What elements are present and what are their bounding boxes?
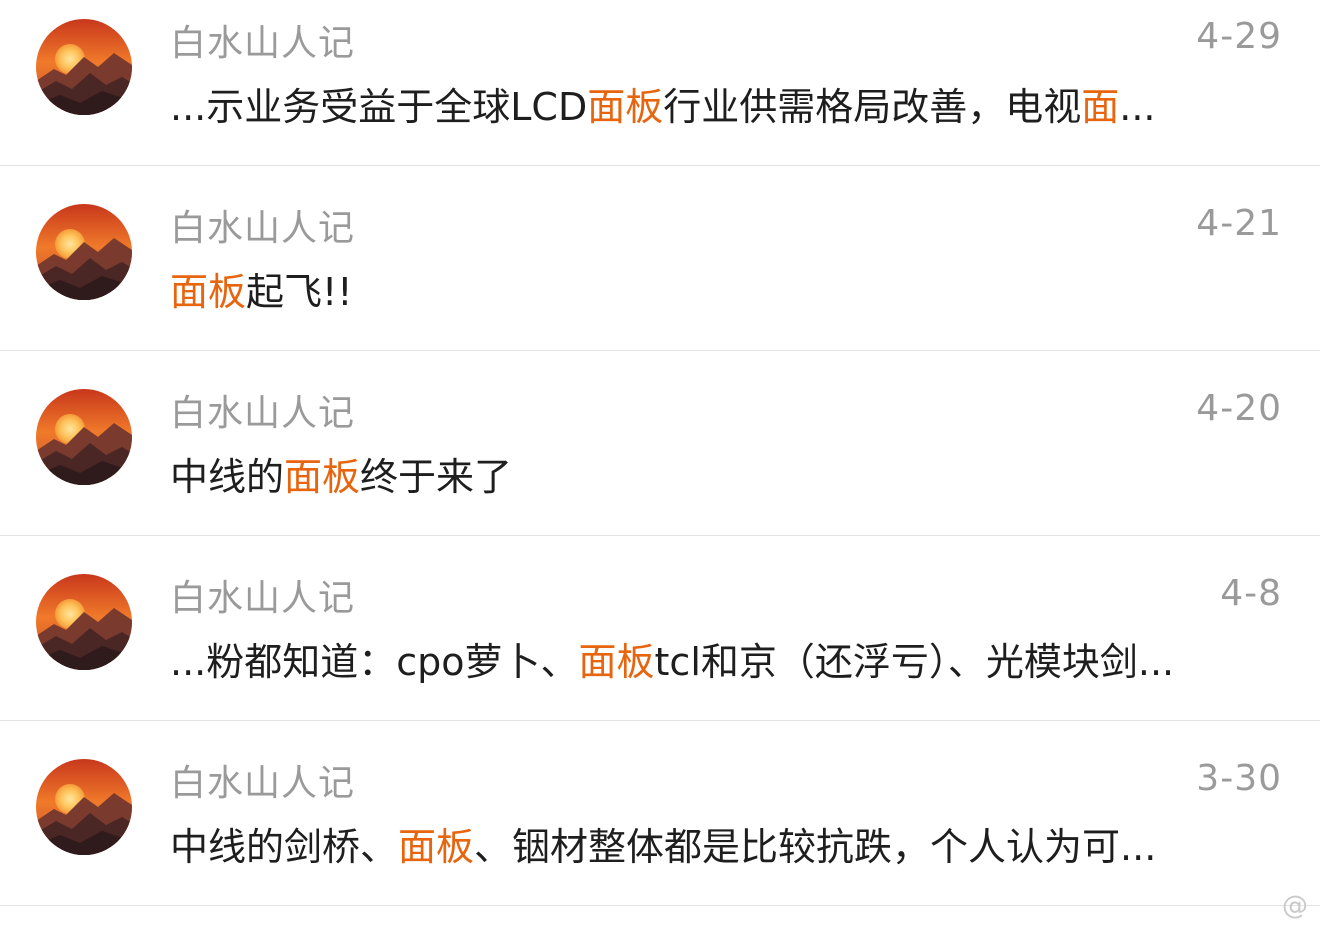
avatar[interactable] bbox=[36, 389, 132, 485]
avatar[interactable] bbox=[36, 574, 132, 670]
sunset-mountain-avatar-icon bbox=[36, 204, 132, 300]
author-name[interactable]: 白水山人记 bbox=[170, 569, 355, 621]
post-date: 4-29 bbox=[1196, 16, 1282, 57]
post-snippet[interactable]: ...粉都知道：cpo萝卜、面板tcl和京（还浮亏）、光模块剑... bbox=[170, 631, 1280, 686]
avatar[interactable] bbox=[36, 759, 132, 855]
keyword-highlight: 面板 bbox=[578, 640, 655, 684]
snippet-text: 行业供需格局改善，电视 bbox=[663, 85, 1082, 129]
author-name[interactable]: 白水山人记 bbox=[170, 384, 355, 436]
keyword-highlight: 面板 bbox=[587, 85, 664, 129]
keyword-highlight: 面 bbox=[1081, 85, 1120, 129]
keyword-highlight: 面板 bbox=[170, 270, 247, 314]
author-name[interactable]: 白水山人记 bbox=[170, 14, 355, 66]
keyword-highlight: 面板 bbox=[398, 825, 475, 869]
author-name[interactable]: 白水山人记 bbox=[170, 199, 355, 251]
sunset-mountain-avatar-icon bbox=[36, 389, 132, 485]
snippet-text: 、铟材整体都是比较抗跌，个人认为可... bbox=[474, 825, 1157, 869]
list-item[interactable]: 白水山人记 4-20 中线的面板终于来了 bbox=[0, 351, 1320, 536]
snippet-text: 中线的剑桥、 bbox=[170, 825, 399, 869]
snippet-text: 起飞!! bbox=[246, 270, 353, 314]
list-item[interactable]: 白水山人记 4-8 ...粉都知道：cpo萝卜、面板tcl和京（还浮亏）、光模块… bbox=[0, 536, 1320, 721]
snippet-text: ...粉都知道：cpo萝卜、 bbox=[170, 640, 579, 684]
post-date: 4-8 bbox=[1220, 573, 1282, 614]
snippet-text: tcl和京（还浮亏）、光模块剑... bbox=[654, 640, 1175, 684]
post-snippet[interactable]: 面板起飞!! bbox=[170, 261, 1280, 316]
post-date: 4-21 bbox=[1196, 203, 1282, 244]
snippet-text: ...示业务受益于全球LCD bbox=[170, 85, 588, 129]
snippet-text: ... bbox=[1119, 85, 1156, 129]
avatar[interactable] bbox=[36, 19, 132, 115]
list-item[interactable]: 白水山人记 4-29 ...示业务受益于全球LCD面板行业供需格局改善，电视面.… bbox=[0, 0, 1320, 166]
post-date: 4-20 bbox=[1196, 388, 1282, 429]
snippet-text: 终于来了 bbox=[360, 455, 513, 499]
search-result-list: 白水山人记 4-29 ...示业务受益于全球LCD面板行业供需格局改善，电视面.… bbox=[0, 0, 1320, 906]
list-item[interactable]: 白水山人记 3-30 中线的剑桥、面板、铟材整体都是比较抗跌，个人认为可... bbox=[0, 721, 1320, 906]
post-snippet[interactable]: 中线的剑桥、面板、铟材整体都是比较抗跌，个人认为可... bbox=[170, 816, 1280, 871]
watermark: @ bbox=[1282, 891, 1308, 921]
post-date: 3-30 bbox=[1196, 758, 1282, 799]
snippet-text: 中线的 bbox=[170, 455, 285, 499]
sunset-mountain-avatar-icon bbox=[36, 574, 132, 670]
avatar[interactable] bbox=[36, 204, 132, 300]
post-snippet[interactable]: ...示业务受益于全球LCD面板行业供需格局改善，电视面... bbox=[170, 76, 1280, 131]
author-name[interactable]: 白水山人记 bbox=[170, 754, 355, 806]
keyword-highlight: 面板 bbox=[284, 455, 361, 499]
sunset-mountain-avatar-icon bbox=[36, 19, 132, 115]
sunset-mountain-avatar-icon bbox=[36, 759, 132, 855]
post-snippet[interactable]: 中线的面板终于来了 bbox=[170, 446, 1280, 501]
list-item[interactable]: 白水山人记 4-21 面板起飞!! bbox=[0, 166, 1320, 351]
